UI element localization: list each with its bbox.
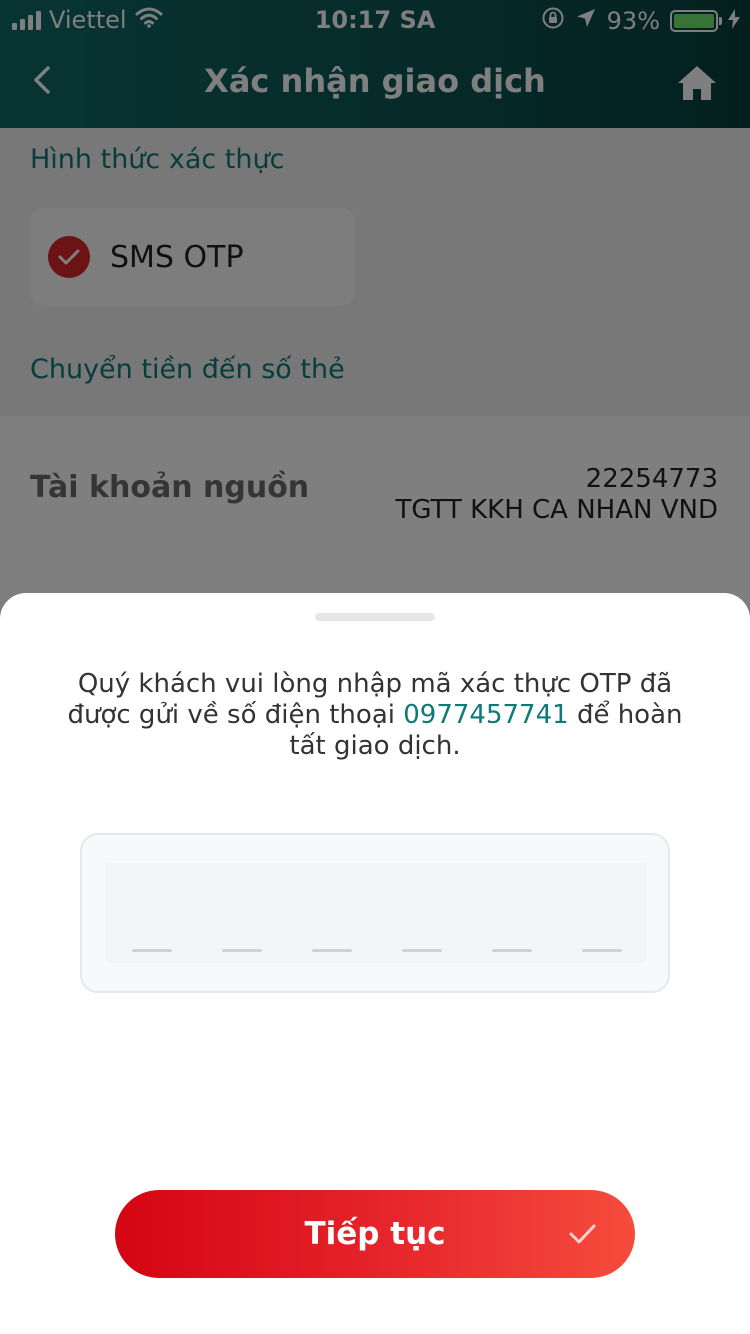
- checkmark-icon: [569, 1224, 596, 1244]
- continue-button-label: Tiếp tục: [304, 1216, 446, 1252]
- otp-digit-slot: [312, 949, 352, 952]
- otp-instruction: Quý khách vui lòng nhập mã xác thực OTP …: [50, 669, 700, 762]
- otp-bottom-sheet: Quý khách vui lòng nhập mã xác thực OTP …: [0, 593, 750, 1334]
- otp-input[interactable]: [80, 833, 670, 993]
- otp-input-field[interactable]: [106, 863, 646, 963]
- otp-digit-slot: [222, 949, 262, 952]
- otp-digit-slot: [582, 949, 622, 952]
- continue-button[interactable]: Tiếp tục: [115, 1190, 635, 1278]
- sheet-drag-handle[interactable]: [315, 613, 435, 621]
- otp-digit-slot: [492, 949, 532, 952]
- otp-digit-slot: [402, 949, 442, 952]
- otp-digit-slot: [132, 949, 172, 952]
- otp-phone-number: 0977457741: [403, 700, 569, 730]
- otp-digit-slots: [132, 949, 622, 952]
